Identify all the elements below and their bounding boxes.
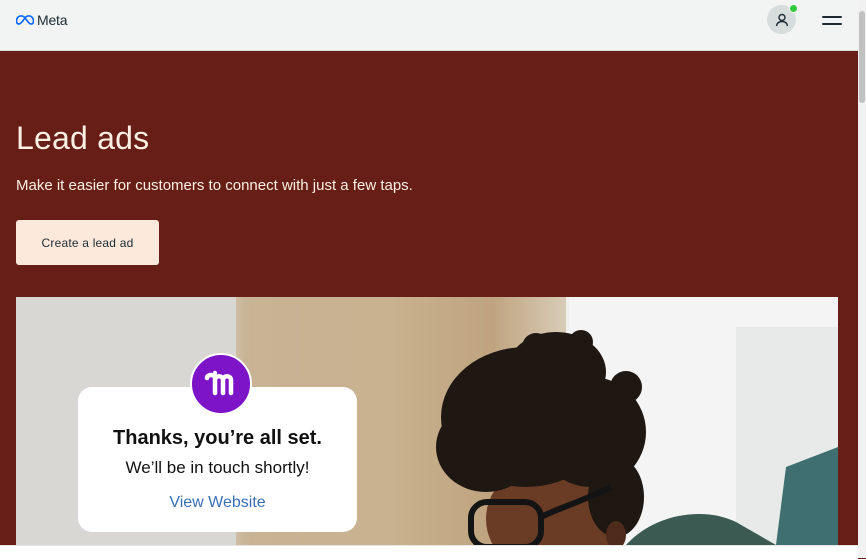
person-icon	[775, 13, 788, 26]
brand-m-icon	[204, 370, 234, 396]
main-menu-button[interactable]	[820, 13, 844, 29]
online-status-indicator	[789, 4, 798, 13]
card-subtitle: We’ll be in touch shortly!	[125, 458, 310, 477]
create-lead-ad-button[interactable]: Create a lead ad	[16, 220, 159, 265]
brand-logo-badge	[190, 353, 252, 415]
account-button[interactable]	[767, 4, 798, 34]
bottom-strip	[0, 545, 858, 559]
meta-logo[interactable]: Meta	[16, 11, 68, 29]
page-subtitle: Make it easier for customers to connect …	[16, 177, 413, 194]
hamburger-icon-line-2	[822, 23, 842, 25]
page-scrollbar[interactable]	[858, 0, 866, 558]
logo-text: Meta	[37, 12, 68, 28]
view-website-link[interactable]: View Website	[78, 494, 357, 512]
scrollbar-thumb[interactable]	[859, 11, 865, 103]
page-title: Lead ads	[16, 120, 150, 156]
card-title: Thanks, you’re all set.	[113, 427, 322, 449]
meta-infinity-icon	[16, 15, 34, 25]
hamburger-icon-line-1	[822, 16, 842, 18]
top-navigation-bar: Meta	[0, 0, 858, 51]
